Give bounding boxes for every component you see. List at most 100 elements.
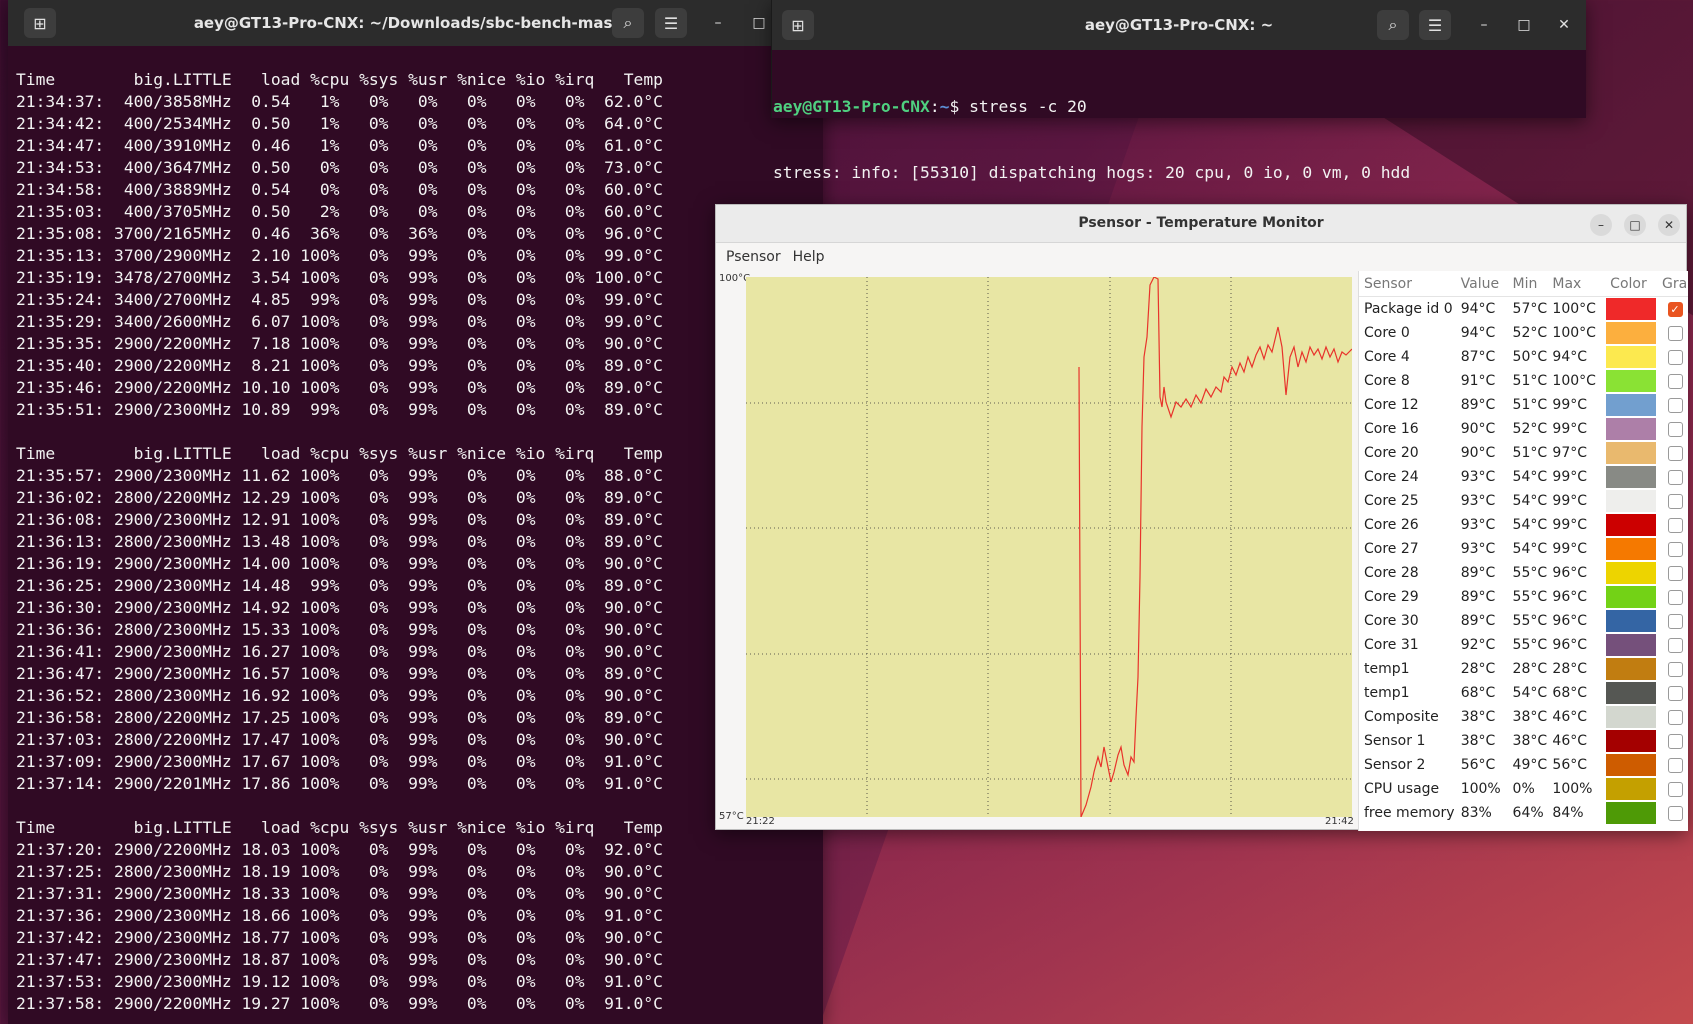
color-swatch[interactable] <box>1606 634 1657 656</box>
sensor-name: Core 25 <box>1364 493 1419 509</box>
sensor-row[interactable]: Sensor 1 38°C 38°C 46°C <box>1359 729 1688 753</box>
graph-checkbox[interactable] <box>1667 493 1683 509</box>
sensor-row[interactable]: Core 8 91°C 51°C 100°C <box>1359 369 1688 393</box>
graph-checkbox[interactable] <box>1667 445 1683 461</box>
minimize-icon[interactable]: – <box>1474 15 1494 35</box>
sensor-row[interactable]: Core 28 89°C 55°C 96°C <box>1359 561 1688 585</box>
color-swatch[interactable] <box>1606 418 1657 440</box>
graph-checkbox[interactable] <box>1667 421 1683 437</box>
sensor-row[interactable]: free memory 83% 64% 84% <box>1359 801 1688 825</box>
graph-checkbox[interactable] <box>1667 517 1683 533</box>
graph-checkbox[interactable] <box>1667 565 1683 581</box>
color-swatch[interactable] <box>1606 562 1657 584</box>
graph-checkbox[interactable] <box>1667 661 1683 677</box>
color-swatch[interactable] <box>1606 466 1657 488</box>
graph-checkbox[interactable]: ✓ <box>1667 301 1683 317</box>
graph-checkbox[interactable] <box>1667 469 1683 485</box>
terminal-titlebar[interactable]: ⊞ aey@GT13-Pro-CNX: ~/Downloads/sbc-benc… <box>8 0 823 46</box>
sensor-color-cell <box>1606 802 1662 824</box>
sensor-row[interactable]: Sensor 2 56°C 49°C 56°C <box>1359 753 1688 777</box>
hamburger-menu-icon[interactable]: ☰ <box>1419 10 1451 40</box>
close-icon[interactable]: ✕ <box>1554 15 1574 35</box>
color-swatch[interactable] <box>1606 394 1657 416</box>
color-swatch[interactable] <box>1606 754 1657 776</box>
sensor-row[interactable]: Core 12 89°C 51°C 99°C <box>1359 393 1688 417</box>
graph-checkbox[interactable] <box>1667 709 1683 725</box>
psensor-window[interactable]: Psensor - Temperature Monitor – □ ✕ Psen… <box>715 204 1688 831</box>
terminal-titlebar[interactable]: ⊞ aey@GT13-Pro-CNX: ~ ⌕ ☰ – □ ✕ <box>772 0 1586 50</box>
col-color-header[interactable]: Color <box>1606 276 1662 292</box>
sensor-row[interactable]: Core 4 87°C 50°C 94°C <box>1359 345 1688 369</box>
sensor-row[interactable]: Core 29 89°C 55°C 96°C <box>1359 585 1688 609</box>
color-swatch[interactable] <box>1606 682 1657 704</box>
sensor-row[interactable]: temp1 28°C 28°C 28°C <box>1359 657 1688 681</box>
col-sensor-header[interactable]: Sensor <box>1359 276 1455 292</box>
col-graph-header[interactable]: Graph <box>1662 276 1688 292</box>
color-swatch[interactable] <box>1606 322 1657 344</box>
sensor-row[interactable]: temp1 68°C 54°C 68°C <box>1359 681 1688 705</box>
graph-checkbox[interactable] <box>1667 397 1683 413</box>
maximize-icon[interactable]: □ <box>749 13 769 33</box>
color-swatch[interactable] <box>1606 514 1657 536</box>
graph-checkbox[interactable] <box>1667 805 1683 821</box>
sensor-row[interactable]: Core 25 93°C 54°C 99°C <box>1359 489 1688 513</box>
graph-checkbox[interactable] <box>1667 685 1683 701</box>
graph-checkbox[interactable] <box>1667 613 1683 629</box>
minimize-icon[interactable]: – <box>1590 214 1612 236</box>
sensor-row[interactable]: Core 30 89°C 55°C 96°C <box>1359 609 1688 633</box>
menu-help[interactable]: Help <box>791 245 835 269</box>
search-icon[interactable]: ⌕ <box>1377 10 1409 40</box>
terminal-output[interactable]: Time big.LITTLE load %cpu %sys %usr %nic… <box>8 46 823 1017</box>
color-swatch[interactable] <box>1606 370 1657 392</box>
col-value-header[interactable]: Value <box>1455 276 1509 292</box>
color-swatch[interactable] <box>1606 778 1657 800</box>
terminal-window-stress[interactable]: ⊞ aey@GT13-Pro-CNX: ~ ⌕ ☰ – □ ✕ aey@GT13… <box>771 0 1586 248</box>
sensor-row[interactable]: Core 20 90°C 51°C 97°C <box>1359 441 1688 465</box>
graph-checkbox[interactable] <box>1667 781 1683 797</box>
color-swatch[interactable] <box>1606 802 1657 824</box>
sensor-table[interactable]: Sensor Value Min Max Color Graph Package… <box>1358 271 1688 831</box>
color-swatch[interactable] <box>1606 610 1657 632</box>
sensor-row[interactable]: Core 0 94°C 52°C 100°C <box>1359 321 1688 345</box>
menu-psensor[interactable]: Psensor <box>724 245 791 269</box>
sensor-row[interactable]: Package id 0 94°C 57°C 100°C ✓ <box>1359 297 1688 321</box>
graph-checkbox[interactable] <box>1667 589 1683 605</box>
graph-checkbox[interactable] <box>1667 373 1683 389</box>
color-swatch[interactable] <box>1606 538 1657 560</box>
sensor-row[interactable]: Core 27 93°C 54°C 99°C <box>1359 537 1688 561</box>
terminal-window-sbc-bench[interactable]: ⊞ aey@GT13-Pro-CNX: ~/Downloads/sbc-benc… <box>8 0 823 1024</box>
col-min-header[interactable]: Min <box>1509 276 1551 292</box>
col-max-header[interactable]: Max <box>1550 276 1606 292</box>
color-swatch[interactable] <box>1606 586 1657 608</box>
color-swatch[interactable] <box>1606 346 1657 368</box>
hamburger-menu-icon[interactable]: ☰ <box>655 8 687 38</box>
graph-checkbox[interactable] <box>1667 733 1683 749</box>
sensor-row[interactable]: Core 16 90°C 52°C 99°C <box>1359 417 1688 441</box>
color-swatch[interactable] <box>1606 298 1657 320</box>
color-swatch[interactable] <box>1606 658 1657 680</box>
graph-checkbox[interactable] <box>1667 349 1683 365</box>
sensor-max: 100°C <box>1552 301 1596 317</box>
graph-checkbox[interactable] <box>1667 757 1683 773</box>
sensor-row[interactable]: CPU usage 100% 0% 100% <box>1359 777 1688 801</box>
color-swatch[interactable] <box>1606 490 1657 512</box>
minimize-icon[interactable]: – <box>708 13 728 33</box>
color-swatch[interactable] <box>1606 442 1657 464</box>
sensor-value: 68°C <box>1460 685 1496 701</box>
graph-checkbox[interactable] <box>1667 541 1683 557</box>
new-tab-icon[interactable]: ⊞ <box>782 10 814 40</box>
graph-checkbox[interactable] <box>1667 637 1683 653</box>
color-swatch[interactable] <box>1606 730 1657 752</box>
close-icon[interactable]: ✕ <box>1658 214 1680 236</box>
color-swatch[interactable] <box>1606 706 1657 728</box>
sensor-row[interactable]: Composite 38°C 38°C 46°C <box>1359 705 1688 729</box>
graph-checkbox[interactable] <box>1667 325 1683 341</box>
sensor-row[interactable]: Core 26 93°C 54°C 99°C <box>1359 513 1688 537</box>
maximize-icon[interactable]: □ <box>1624 214 1646 236</box>
psensor-titlebar[interactable]: Psensor - Temperature Monitor – □ ✕ <box>716 205 1686 243</box>
maximize-icon[interactable]: □ <box>1514 15 1534 35</box>
search-icon[interactable]: ⌕ <box>612 8 644 38</box>
sensor-row[interactable]: Core 31 92°C 55°C 96°C <box>1359 633 1688 657</box>
new-tab-icon[interactable]: ⊞ <box>24 8 56 38</box>
sensor-row[interactable]: Core 24 93°C 54°C 99°C <box>1359 465 1688 489</box>
